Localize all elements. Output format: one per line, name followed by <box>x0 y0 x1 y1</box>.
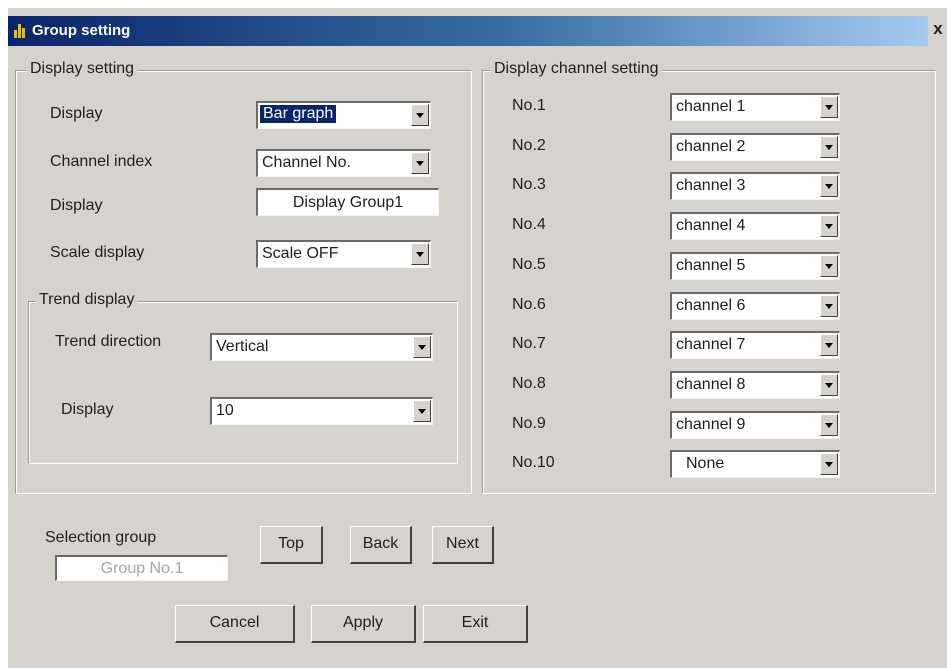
chevron-down-icon[interactable] <box>411 152 429 174</box>
channel-index-label: Channel index <box>50 153 153 170</box>
chevron-down-icon[interactable] <box>820 215 838 237</box>
scale-display-value: Scale OFF <box>262 245 339 262</box>
channel-select-value: None <box>686 455 725 472</box>
chevron-down-icon[interactable] <box>413 336 431 358</box>
back-button[interactable]: Back <box>350 526 412 564</box>
selection-group-label: Selection group <box>45 529 157 546</box>
channel-select-3[interactable]: channel 3 <box>670 172 840 200</box>
selection-group-field: Group No.1 <box>55 555 228 581</box>
chevron-down-icon[interactable] <box>820 295 838 317</box>
channel-row-label: No.7 <box>512 335 546 352</box>
chevron-down-icon[interactable] <box>820 136 838 158</box>
trend-display-select[interactable]: 10 <box>210 397 433 425</box>
channel-row-label: No.10 <box>512 454 555 471</box>
trend-direction-label: Trend direction <box>55 333 162 350</box>
exit-button[interactable]: Exit <box>423 605 528 643</box>
chevron-down-icon[interactable] <box>820 334 838 356</box>
trend-direction-select[interactable]: Vertical <box>210 333 433 361</box>
scale-display-label: Scale display <box>50 244 145 261</box>
channel-select-value: channel 9 <box>676 416 746 433</box>
channel-select-value: channel 1 <box>676 98 746 115</box>
display-type-value: Bar graph <box>260 105 337 123</box>
channel-select-5[interactable]: channel 5 <box>670 252 840 280</box>
channel-row-label: No.8 <box>512 375 546 392</box>
chevron-down-icon[interactable] <box>820 414 838 436</box>
display-setting-legend: Display setting <box>27 60 138 78</box>
next-button[interactable]: Next <box>432 526 494 564</box>
channel-select-value: channel 2 <box>676 138 746 155</box>
scale-display-select[interactable]: Scale OFF <box>256 240 431 268</box>
display-channel-setting-legend: Display channel setting <box>491 60 662 78</box>
chevron-down-icon[interactable] <box>820 255 838 277</box>
channel-row-label: No.3 <box>512 176 546 193</box>
trend-display-group <box>28 301 458 464</box>
top-button[interactable]: Top <box>260 526 323 564</box>
trend-display-legend: Trend display <box>36 291 138 309</box>
channel-row-label: No.4 <box>512 216 546 233</box>
close-icon[interactable]: x <box>930 18 946 40</box>
channel-row-label: No.5 <box>512 256 546 273</box>
chevron-down-icon[interactable] <box>820 175 838 197</box>
trend-display-value: 10 <box>216 402 234 419</box>
display-name-label: Display <box>50 197 103 214</box>
group-setting-window: Group setting x Display setting Display … <box>8 8 947 668</box>
apply-button[interactable]: Apply <box>311 605 416 643</box>
cancel-button[interactable]: Cancel <box>175 605 295 643</box>
display-label: Display <box>50 105 103 122</box>
window-title: Group setting <box>32 22 131 39</box>
channel-select-1[interactable]: channel 1 <box>670 93 840 121</box>
channel-select-8[interactable]: channel 8 <box>670 371 840 399</box>
chevron-down-icon[interactable] <box>413 400 431 422</box>
bar-chart-icon <box>14 24 26 38</box>
chevron-down-icon[interactable] <box>820 96 838 118</box>
channel-select-9[interactable]: channel 9 <box>670 411 840 439</box>
channel-select-10[interactable]: None <box>670 450 840 478</box>
channel-select-value: channel 4 <box>676 217 746 234</box>
channel-row-label: No.2 <box>512 137 546 154</box>
chevron-down-icon[interactable] <box>411 104 429 126</box>
channel-select-value: channel 3 <box>676 177 746 194</box>
channel-select-4[interactable]: channel 4 <box>670 212 840 240</box>
channel-select-value: channel 5 <box>676 257 746 274</box>
chevron-down-icon[interactable] <box>820 453 838 475</box>
channel-index-select[interactable]: Channel No. <box>256 149 431 177</box>
channel-select-value: channel 7 <box>676 336 746 353</box>
channel-select-value: channel 6 <box>676 297 746 314</box>
channel-index-value: Channel No. <box>262 154 351 171</box>
channel-row-label: No.1 <box>512 97 546 114</box>
title-bar[interactable]: Group setting <box>8 16 928 46</box>
trend-direction-value: Vertical <box>216 338 269 355</box>
channel-select-value: channel 8 <box>676 376 746 393</box>
chevron-down-icon[interactable] <box>820 374 838 396</box>
channel-select-7[interactable]: channel 7 <box>670 331 840 359</box>
channel-row-label: No.6 <box>512 296 546 313</box>
channel-select-6[interactable]: channel 6 <box>670 292 840 320</box>
display-type-select[interactable]: Bar graph <box>256 101 431 129</box>
chevron-down-icon[interactable] <box>411 243 429 265</box>
display-name-field[interactable]: Display Group1 <box>256 188 439 216</box>
trend-display-label: Display <box>61 401 114 418</box>
channel-select-2[interactable]: channel 2 <box>670 133 840 161</box>
channel-row-label: No.9 <box>512 415 546 432</box>
